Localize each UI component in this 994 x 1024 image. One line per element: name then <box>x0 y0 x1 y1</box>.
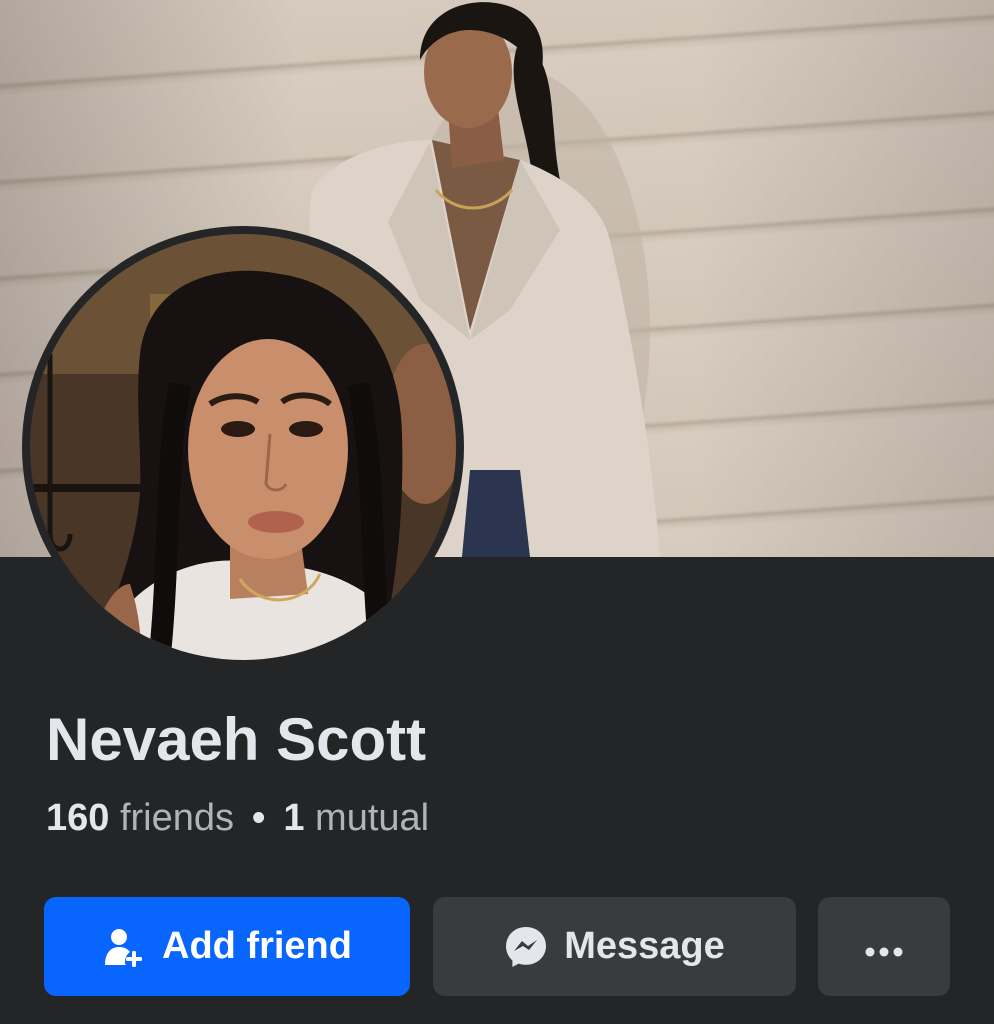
friend-stats: 160 friends • 1 mutual <box>46 795 429 841</box>
more-options-button[interactable] <box>818 897 950 996</box>
message-button[interactable]: Message <box>433 897 796 996</box>
profile-name: Nevaeh Scott <box>46 706 427 773</box>
more-options-icon <box>864 925 904 968</box>
avatar-border <box>22 226 464 668</box>
friends-link[interactable]: 160 friends <box>46 797 234 839</box>
friends-count: 160 <box>46 797 110 839</box>
mutual-count: 1 <box>283 797 305 839</box>
add-friend-label: Add friend <box>162 925 352 967</box>
messenger-icon <box>504 925 548 969</box>
add-person-icon <box>102 925 146 969</box>
avatar[interactable] <box>30 234 456 660</box>
avatar-image <box>30 234 456 660</box>
profile-page: Nevaeh Scott 160 friends • 1 mutual Add fr… <box>0 0 994 1024</box>
friends-label: friends <box>119 797 235 839</box>
mutual-friends-link[interactable]: 1 mutual <box>283 797 429 839</box>
stats-separator: • <box>252 797 266 839</box>
message-label: Message <box>564 925 725 967</box>
mutual-label: mutual <box>315 797 430 839</box>
add-friend-button[interactable]: Add friend <box>44 897 410 996</box>
